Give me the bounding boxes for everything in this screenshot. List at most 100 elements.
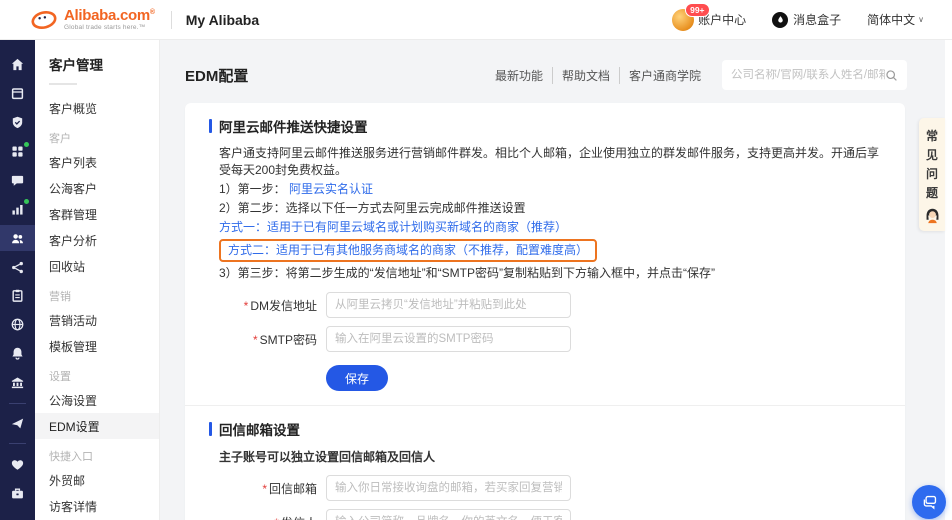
section-title-reply-email: 回信邮箱设置 [209, 419, 881, 439]
sidebar-item-customer-group-mgmt[interactable]: 客群管理 [35, 201, 159, 227]
alibaba-logo[interactable]: Alibaba.com® Global trade starts here.™ [30, 8, 155, 32]
search-box[interactable] [722, 60, 907, 90]
sidebar-item-customer-overview[interactable]: 客户概览 [35, 95, 159, 121]
save-button-aliyun[interactable]: 保存 [326, 365, 388, 391]
header-divider [171, 11, 172, 29]
sidebar-item-public-sea-customers[interactable]: 公海客户 [35, 175, 159, 201]
sidebar-item-template-mgmt[interactable]: 模板管理 [35, 333, 159, 359]
faq-tab-char: 常 [926, 127, 938, 146]
faq-floating-tab[interactable]: 常 见 问 题 [919, 118, 945, 231]
scrollbar-track[interactable] [945, 40, 952, 520]
brand-tagline: Global trade starts here.™ [64, 25, 155, 32]
option-1-link[interactable]: 方式一：适用于已有阿里云域名或计划购买新域名的商家（推荐） [219, 219, 881, 236]
step-3: 3）第三步：将第二步生成的“发信地址”和“SMTP密码”复制粘贴到下方输入框中，… [219, 265, 881, 282]
sender-name-row: *发信人 [209, 509, 881, 520]
option-2-link-highlighted[interactable]: 方式二：适用于已有其他服务商域名的商家（不推荐，配置难度高） [219, 239, 597, 262]
sidebar-item-marketing-campaigns[interactable]: 营销活动 [35, 307, 159, 333]
sidebar-group-label-settings: 设置 [35, 359, 159, 387]
faq-tab-char: 见 [926, 146, 938, 165]
sidebar-item-public-sea-settings[interactable]: 公海设置 [35, 387, 159, 413]
clipboard-icon[interactable] [0, 283, 35, 309]
dm-sender-address-input[interactable] [326, 292, 571, 318]
briefcase-icon[interactable] [0, 480, 35, 506]
smtp-password-label: *SMTP密码 [209, 331, 317, 348]
sidebar-group-label-customer: 客户 [35, 121, 159, 149]
smtp-password-input[interactable] [326, 326, 571, 352]
bell-icon[interactable] [0, 341, 35, 367]
accent-bar [209, 422, 212, 436]
brand-wordmark: Alibaba.com® [64, 8, 155, 23]
dm-sender-address-row: *DM发信地址 [209, 292, 881, 318]
section-divider [185, 405, 905, 406]
smtp-password-row: *SMTP密码 [209, 326, 881, 352]
required-asterisk: * [244, 299, 249, 313]
search-input[interactable] [731, 69, 885, 81]
reply-email-label: *回信邮箱 [209, 480, 317, 497]
dm-sender-address-label: *DM发信地址 [209, 297, 317, 314]
sidebar-item-visitor-details[interactable]: 访客详情 [35, 493, 159, 519]
chat-bubbles-icon [921, 494, 938, 511]
bank-icon[interactable] [0, 370, 35, 396]
app-title: My Alibaba [186, 12, 259, 28]
link-help-docs[interactable]: 帮助文档 [553, 67, 620, 84]
main-content: EDM配置 最新功能 帮助文档 客户通商学院 阿里云邮件推送快捷设置 客户通支持… [160, 40, 952, 520]
rail-divider [9, 403, 26, 404]
step-1-prefix: 1）第一步： [219, 182, 286, 196]
aliyun-realname-link[interactable]: 阿里云实名认证 [289, 182, 373, 196]
sender-name-label: *发信人 [209, 514, 317, 520]
chevron-down-icon: ∨ [918, 15, 924, 24]
account-center[interactable]: 99+ 账户中心 [672, 9, 746, 31]
edm-config-card: 阿里云邮件推送快捷设置 客户通支持阿里云邮件推送服务进行营销邮件群发。相比个人邮… [185, 103, 905, 520]
sender-name-input[interactable] [326, 509, 571, 520]
calendar-icon[interactable] [0, 81, 35, 107]
sidebar-group-label-marketing: 营销 [35, 279, 159, 307]
rail-divider [9, 443, 26, 444]
globe-icon[interactable] [0, 312, 35, 338]
faq-tab-char: 问 [926, 165, 938, 184]
faq-assistant-avatar-icon [924, 207, 941, 224]
language-label: 简体中文 [867, 11, 915, 28]
message-box-label: 消息盒子 [793, 11, 841, 28]
faq-tab-char: 题 [926, 184, 938, 203]
shield-icon[interactable] [0, 110, 35, 136]
home-icon[interactable] [0, 52, 35, 78]
customers-icon[interactable] [0, 225, 35, 251]
sidebar-menu: 客户管理 客户概览 客户 客户列表 公海客户 客群管理 客户分析 回收站 营销 … [35, 40, 160, 520]
reply-email-input[interactable] [326, 475, 571, 501]
sidebar-title-divider [49, 83, 77, 85]
chat-icon[interactable] [0, 168, 35, 194]
page-title: EDM配置 [185, 65, 248, 86]
heart-icon[interactable] [0, 451, 35, 477]
step-2: 2）第二步：选择以下任一方式去阿里云完成邮件推送设置 [219, 200, 881, 217]
icon-rail [0, 40, 35, 520]
link-latest-features[interactable]: 最新功能 [486, 67, 553, 84]
link-merchant-academy[interactable]: 客户通商学院 [620, 67, 710, 84]
language-selector[interactable]: 简体中文 ∨ [867, 11, 924, 28]
search-icon[interactable] [885, 69, 898, 82]
analytics-icon[interactable] [0, 196, 35, 222]
reply-email-row: *回信邮箱 [209, 475, 881, 501]
apps-icon[interactable] [0, 139, 35, 165]
chat-fab-button[interactable] [912, 485, 946, 519]
message-box[interactable]: 消息盒子 [772, 11, 841, 28]
accent-bar [209, 119, 212, 133]
notification-count-badge: 99+ [685, 3, 709, 17]
sidebar-item-customer-list[interactable]: 客户列表 [35, 149, 159, 175]
required-asterisk: * [274, 516, 279, 520]
reply-email-subtitle: 主子账号可以独立设置回信邮箱及回信人 [219, 448, 881, 465]
green-dot-indicator [24, 199, 29, 204]
sidebar-item-edm-settings[interactable]: EDM设置 [35, 413, 159, 439]
send-icon[interactable] [0, 411, 35, 437]
registered-mark: ® [150, 9, 155, 16]
required-asterisk: * [262, 482, 267, 496]
share-icon[interactable] [0, 254, 35, 280]
alibaba-smiley-icon [30, 9, 58, 31]
sidebar-item-foreign-trade-mail[interactable]: 外贸邮 [35, 467, 159, 493]
sidebar-title: 客户管理 [35, 54, 159, 74]
green-dot-indicator [24, 142, 29, 147]
sidebar-item-recycle-bin[interactable]: 回收站 [35, 253, 159, 279]
section-title-aliyun-push: 阿里云邮件推送快捷设置 [209, 116, 881, 136]
sidebar-item-customer-analysis[interactable]: 客户分析 [35, 227, 159, 253]
required-asterisk: * [253, 333, 258, 347]
sidebar-group-label-shortcuts: 快捷入口 [35, 439, 159, 467]
